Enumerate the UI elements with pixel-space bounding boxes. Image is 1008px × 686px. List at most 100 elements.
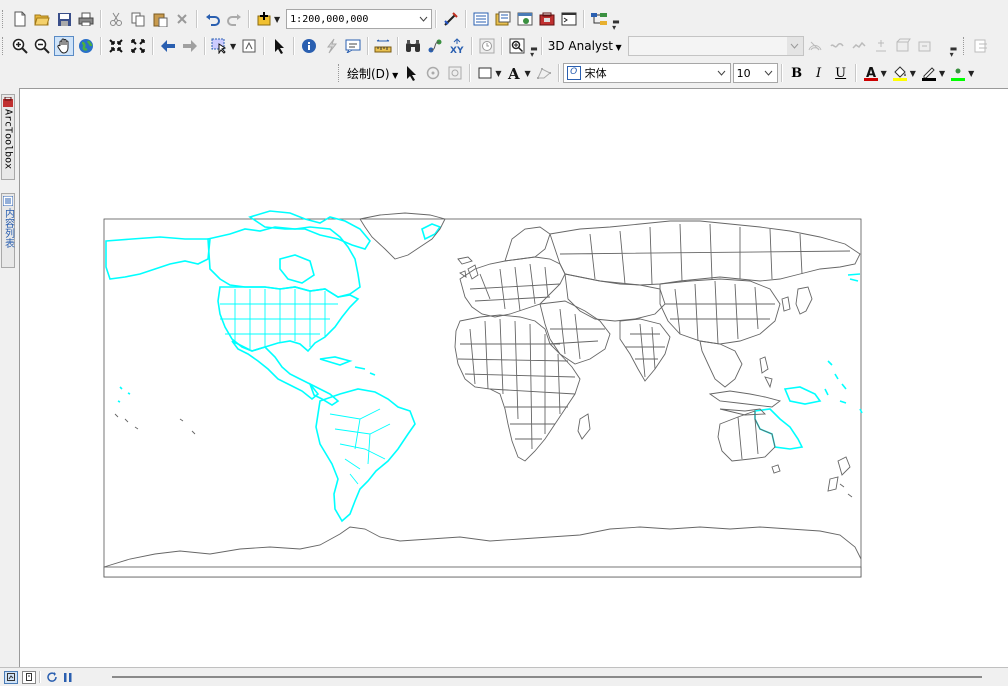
- table-of-contents-tab[interactable]: 内容列表: [1, 193, 15, 268]
- copy-icon[interactable]: [128, 9, 148, 29]
- open-folder-icon[interactable]: [32, 9, 52, 29]
- rotate-icon[interactable]: [423, 63, 443, 83]
- goto-xy-icon[interactable]: XY: [447, 36, 467, 56]
- time-slider-icon[interactable]: [477, 36, 497, 56]
- data-view-button[interactable]: [4, 670, 18, 684]
- add-data-icon[interactable]: [254, 9, 274, 29]
- search-window-icon[interactable]: [515, 9, 535, 29]
- viewer-window-icon[interactable]: [507, 36, 527, 56]
- rectangle-dropdown-arrow[interactable]: ▼: [495, 69, 501, 78]
- toolbar-overflow-icon[interactable]: ▬ ▾: [950, 45, 958, 59]
- fill-color-icon[interactable]: [890, 63, 910, 83]
- redo-icon[interactable]: [224, 9, 244, 29]
- paste-icon[interactable]: [150, 9, 170, 29]
- fill-color-dropdown-arrow[interactable]: ▼: [910, 69, 916, 78]
- select-features-dropdown-arrow[interactable]: ▼: [230, 42, 236, 51]
- print-icon[interactable]: [76, 9, 96, 29]
- toolbar-grip[interactable]: [963, 37, 967, 55]
- font-size-combobox[interactable]: 10: [732, 63, 778, 83]
- create-contour-icon[interactable]: [805, 36, 825, 56]
- georeferencing-icon[interactable]: [971, 36, 991, 56]
- arcglobe-icon[interactable]: [915, 36, 935, 56]
- toolbar-overflow-icon[interactable]: ▬ ▾: [530, 45, 538, 59]
- select-elements-icon[interactable]: [401, 63, 421, 83]
- chevron-down-icon[interactable]: [714, 64, 730, 82]
- clear-selection-icon[interactable]: [239, 36, 259, 56]
- separator: [465, 10, 468, 28]
- font-name-value: 宋体: [584, 67, 607, 80]
- arcscene-icon[interactable]: [893, 36, 913, 56]
- chevron-down-icon[interactable]: [786, 37, 803, 55]
- arctoolbox-icon[interactable]: [537, 9, 557, 29]
- delete-icon[interactable]: [172, 9, 192, 29]
- toolbar-overflow-icon[interactable]: ▬ ▾: [612, 18, 620, 32]
- refresh-icon[interactable]: [45, 670, 59, 684]
- cut-icon[interactable]: [106, 9, 126, 29]
- drawing-menu[interactable]: 绘制(D) ▼: [347, 65, 398, 82]
- separator: [557, 64, 560, 82]
- new-document-icon[interactable]: [10, 9, 30, 29]
- add-data-dropdown-arrow[interactable]: ▼: [274, 15, 280, 24]
- italic-button[interactable]: I: [809, 63, 829, 83]
- drawing-menu-label: 绘制(D): [347, 66, 390, 81]
- layout-view-button[interactable]: [22, 670, 36, 684]
- select-elements-icon[interactable]: [269, 36, 289, 56]
- font-color-dropdown-arrow[interactable]: ▼: [881, 69, 887, 78]
- forward-arrow-icon[interactable]: [180, 36, 200, 56]
- line-of-sight-icon[interactable]: [849, 36, 869, 56]
- undo-icon[interactable]: [202, 9, 222, 29]
- rectangle-icon[interactable]: [475, 63, 495, 83]
- horizontal-scrollbar[interactable]: [112, 676, 982, 678]
- zoom-in-icon[interactable]: [10, 36, 30, 56]
- chevron-down-icon[interactable]: [415, 10, 431, 28]
- map-display[interactable]: [19, 88, 1008, 667]
- catalog-icon[interactable]: [493, 9, 513, 29]
- font-name-combobox[interactable]: O 宋体: [562, 63, 731, 83]
- zoom-out-icon[interactable]: [32, 36, 52, 56]
- fixed-zoom-out-icon[interactable]: [128, 36, 148, 56]
- full-extent-globe-icon[interactable]: [76, 36, 96, 56]
- python-window-icon[interactable]: [559, 9, 579, 29]
- separator: [854, 64, 857, 82]
- 3d-analyst-layer-combobox[interactable]: [627, 36, 804, 56]
- find-route-icon[interactable]: [425, 36, 445, 56]
- bold-button[interactable]: B: [787, 63, 807, 83]
- back-arrow-icon[interactable]: [158, 36, 178, 56]
- pause-drawing-icon[interactable]: [61, 670, 75, 684]
- world-map[interactable]: [20, 89, 1008, 667]
- toolbar-grip[interactable]: [338, 64, 342, 82]
- antarctica-strip: [103, 566, 862, 578]
- save-icon[interactable]: [54, 9, 74, 29]
- measure-icon[interactable]: [373, 36, 393, 56]
- new-text-icon[interactable]: A: [504, 63, 524, 83]
- line-color-dropdown-arrow[interactable]: ▼: [939, 69, 945, 78]
- find-binoculars-icon[interactable]: [403, 36, 423, 56]
- edit-vertices-icon[interactable]: [534, 63, 554, 83]
- select-features-icon[interactable]: [210, 36, 230, 56]
- fixed-zoom-in-icon[interactable]: [106, 36, 126, 56]
- profile-graph-icon[interactable]: [871, 36, 891, 56]
- table-of-contents-icon[interactable]: [471, 9, 491, 29]
- hyperlink-icon[interactable]: [321, 36, 341, 56]
- html-popup-icon[interactable]: [343, 36, 363, 56]
- shadow-color-dropdown-arrow[interactable]: ▼: [968, 69, 974, 78]
- zoom-to-selected-elements-icon[interactable]: [445, 63, 465, 83]
- pan-hand-icon[interactable]: [54, 36, 74, 56]
- editor-toolbar-icon[interactable]: [441, 9, 461, 29]
- left-dock: ArcToolbox 内容列表: [0, 90, 16, 670]
- model-builder-icon[interactable]: [589, 9, 609, 29]
- map-scale-combobox[interactable]: 1:200,000,000: [286, 9, 433, 29]
- font-color-icon[interactable]: A: [861, 63, 881, 83]
- underline-button[interactable]: U: [831, 63, 851, 83]
- shadow-color-icon[interactable]: [948, 63, 968, 83]
- toolbar-grip[interactable]: [2, 37, 6, 55]
- steepest-path-icon[interactable]: [827, 36, 847, 56]
- line-color-icon[interactable]: [919, 63, 939, 83]
- toolbar-grip[interactable]: [2, 10, 6, 28]
- chevron-down-icon[interactable]: [761, 64, 777, 82]
- arctoolbox-tab[interactable]: ArcToolbox: [1, 94, 15, 180]
- identify-icon[interactable]: [299, 36, 319, 56]
- 3d-analyst-menu[interactable]: 3D Analyst ▼: [548, 39, 622, 53]
- new-text-dropdown-arrow[interactable]: ▼: [524, 69, 530, 78]
- separator: [583, 10, 586, 28]
